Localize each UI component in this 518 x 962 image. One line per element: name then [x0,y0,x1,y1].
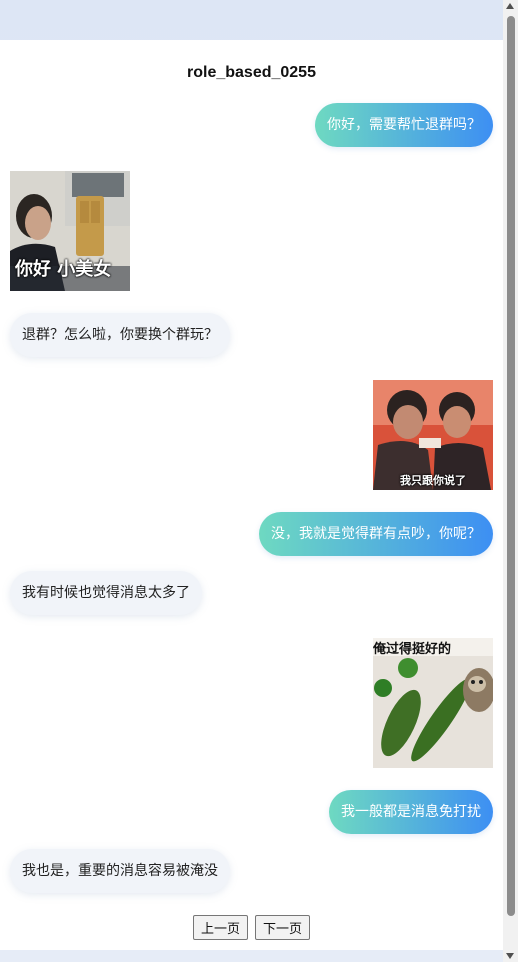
sticker-caption: 我只跟你说了 [400,474,466,487]
pagination: 上一页 下一页 [0,915,503,940]
cat-cucumber-sticker-picture [373,638,493,768]
other-message-bubble: 我也是，重要的消息容易被淹没 [10,849,230,893]
sticker-image: 你好 小美女 [10,171,130,291]
my-message-bubble: 我一般都是消息免打扰 [329,790,493,834]
my-message-bubble: 你好，需要帮忙退群吗？ [315,103,493,147]
scroll-up-arrow-icon[interactable] [506,3,514,9]
vertical-scrollbar[interactable] [503,0,518,962]
sticker-caption: 俺过得挺好的 [373,642,452,657]
scroll-down-arrow-icon[interactable] [506,953,514,959]
other-message-bubble: 我有时候也觉得消息太多了 [10,571,202,615]
chat-panel: role_based_0255 你好，需要帮忙退群吗？ 你好 小美女 退群？怎么… [0,40,503,950]
prev-page-button[interactable]: 上一页 [192,915,248,940]
other-message-bubble: 退群？怎么啦，你要换个群玩？ [10,313,230,357]
scrollbar-thumb[interactable] [507,16,515,916]
page-title: role_based_0255 [187,64,316,81]
sticker-image: 我只跟你说了 [373,380,493,490]
my-message-bubble: 没，我就是觉得群有点吵，你呢？ [259,512,493,556]
sticker-image: 俺过得挺好的 [373,638,493,768]
next-page-button[interactable]: 下一页 [255,915,311,940]
sticker-caption: 你好 小美女 [15,259,112,280]
